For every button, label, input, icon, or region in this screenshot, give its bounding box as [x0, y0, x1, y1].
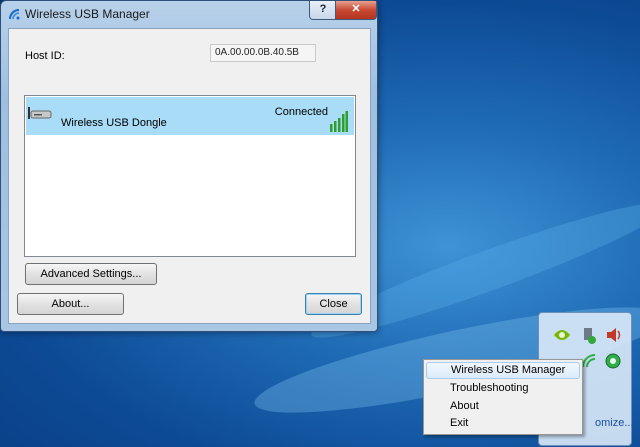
menu-item-wireless-usb-manager[interactable]: Wireless USB Manager [426, 362, 580, 379]
menu-item-exit[interactable]: Exit [426, 415, 580, 431]
host-id-field[interactable]: 0A.00.00.0B.40.5B [210, 44, 316, 62]
safely-remove-hardware-icon[interactable] [581, 327, 597, 345]
help-button[interactable]: ? [309, 1, 337, 20]
window-title: Wireless USB Manager [25, 7, 150, 21]
window-close-button[interactable]: ✕ [335, 1, 377, 20]
host-id-label: Host ID: [25, 50, 65, 62]
usb-dongle-icon [28, 107, 52, 119]
desktop: { "window": { "title": "Wireless USB Man… [0, 0, 640, 447]
device-name: Wireless USB Dongle [61, 117, 167, 129]
customize-link[interactable]: omize... [595, 417, 634, 429]
wireless-usb-manager-window: Wireless USB Manager ? ✕ Host ID: 0A.00.… [0, 0, 378, 332]
tray-context-menu: Wireless USB Manager Troubleshooting Abo… [423, 359, 583, 435]
device-list[interactable]: Wireless USB Dongle Connected [24, 95, 356, 257]
wireless-icon [9, 9, 20, 20]
device-status: Connected [274, 106, 328, 118]
advanced-settings-button[interactable]: Advanced Settings... [25, 263, 157, 285]
menu-item-troubleshooting[interactable]: Troubleshooting [426, 380, 580, 396]
wireless-usb-tray-icon[interactable] [581, 353, 597, 369]
close-button[interactable]: Close [305, 293, 362, 315]
nvidia-icon[interactable] [553, 327, 571, 343]
device-row[interactable]: Wireless USB Dongle Connected [26, 97, 354, 135]
title-bar[interactable]: Wireless USB Manager ? ✕ [1, 1, 377, 27]
green-status-icon[interactable] [605, 353, 621, 369]
volume-icon[interactable] [605, 327, 623, 343]
about-button[interactable]: About... [17, 293, 124, 315]
menu-item-about[interactable]: About [426, 398, 580, 414]
dialog-client-area: Host ID: 0A.00.00.0B.40.5B Wireless USB … [8, 28, 371, 324]
signal-strength-icon [330, 111, 348, 132]
